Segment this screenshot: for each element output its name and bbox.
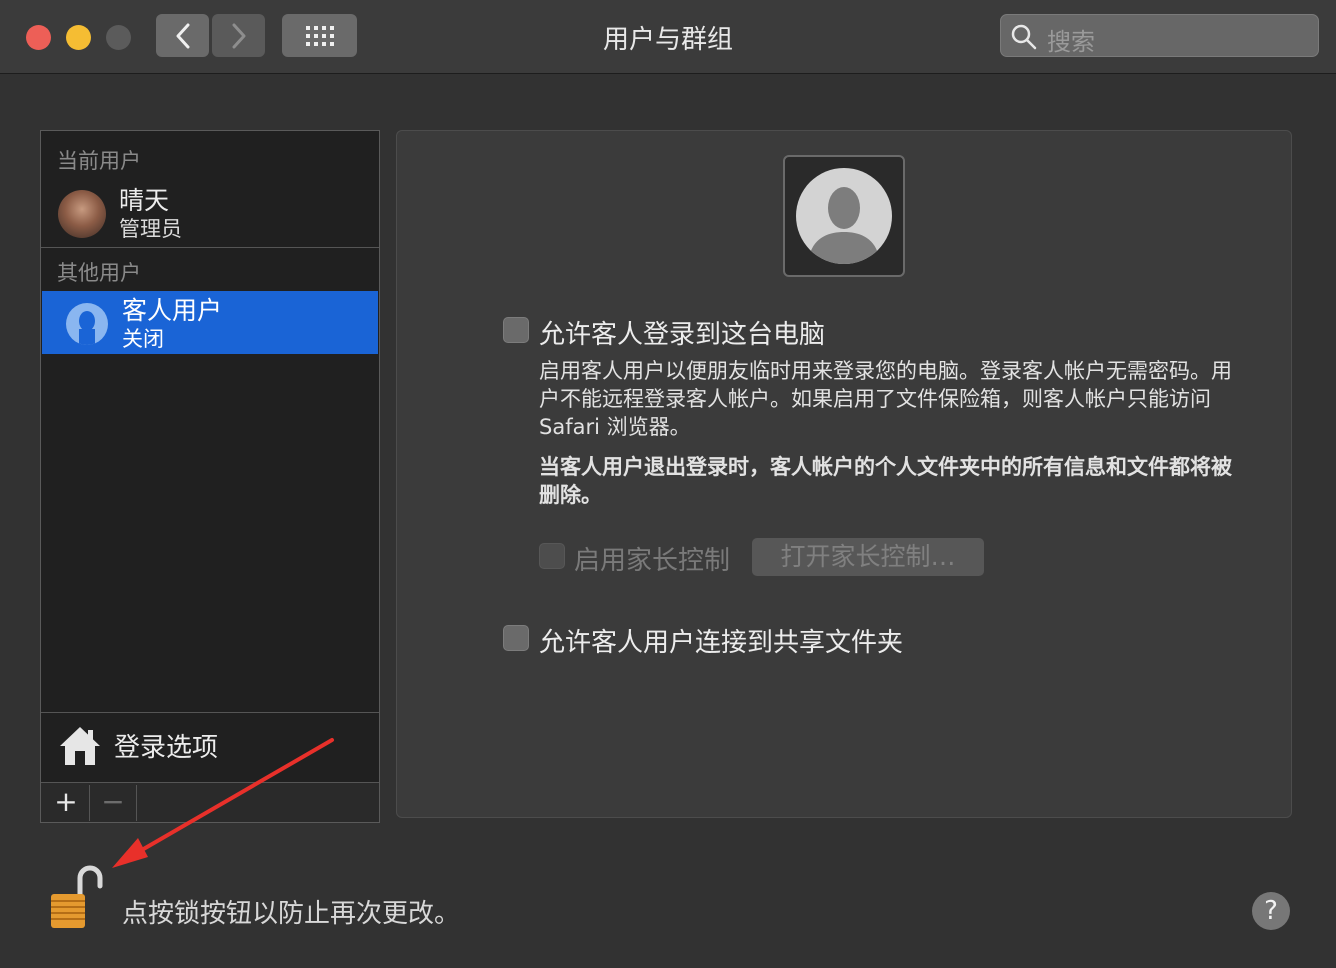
guest-user-name: 客人用户 — [122, 296, 223, 325]
login-options-item[interactable]: 登录选项 — [41, 713, 379, 781]
chevron-left-icon — [176, 23, 189, 48]
login-options-label: 登录选项 — [114, 733, 219, 763]
divider — [41, 247, 379, 248]
open-parental-controls-button[interactable]: 打开家长控制… — [752, 538, 984, 576]
zoom-window-button[interactable] — [106, 25, 131, 50]
minimize-window-button[interactable] — [66, 25, 91, 50]
list-actions-bar: + − — [41, 783, 379, 822]
search-field[interactable]: 搜索 — [1000, 14, 1319, 57]
guest-picture[interactable] — [783, 155, 905, 277]
current-user-role: 管理员 — [119, 217, 182, 241]
allow-shared-folders-checkbox[interactable] — [503, 625, 529, 651]
current-users-header: 当前用户 — [57, 149, 141, 173]
chevron-right-icon — [232, 23, 245, 48]
grid-icon — [305, 25, 334, 46]
allow-guest-login-label: 允许客人登录到这台电脑 — [539, 320, 826, 350]
search-placeholder: 搜索 — [1047, 28, 1095, 56]
title-bar: 用户与群组 搜索 — [0, 0, 1336, 74]
avatar — [796, 168, 892, 264]
current-user-name: 晴天 — [119, 186, 170, 215]
guest-avatar — [66, 303, 108, 345]
lock-message: 点按锁按钮以防止再次更改。 — [122, 899, 461, 929]
person-silhouette-icon — [808, 187, 880, 264]
window-title: 用户与群组 — [602, 25, 733, 55]
search-icon — [1011, 24, 1037, 50]
user-row-guest[interactable]: 客人用户 关闭 — [42, 291, 378, 354]
guest-user-panel: 允许客人登录到这台电脑 启用客人用户以便朋友临时用来登录您的电脑。登录客人帐户无… — [396, 130, 1292, 818]
guest-warning: 当客人用户退出登录时，客人帐户的个人文件夹中的所有信息和文件都将被删除。 — [539, 455, 1232, 507]
add-user-button[interactable]: + — [43, 785, 90, 821]
avatar — [58, 190, 106, 238]
person-icon — [79, 311, 95, 345]
allow-guest-login-checkbox[interactable] — [503, 317, 529, 343]
close-window-button[interactable] — [26, 25, 51, 50]
user-list: 当前用户 晴天 管理员 其他用户 客人用户 关闭 登录选项 + − — [40, 130, 380, 823]
help-button[interactable]: ? — [1252, 892, 1290, 930]
guest-user-status: 关闭 — [122, 327, 164, 351]
guest-description: 启用客人用户以便朋友临时用来登录您的电脑。登录客人帐户无需密码。用户不能远程登录… — [539, 359, 1232, 439]
forward-button[interactable] — [212, 14, 265, 57]
allow-shared-folders-label: 允许客人用户连接到共享文件夹 — [539, 628, 904, 658]
show-all-button[interactable] — [282, 14, 357, 57]
back-button[interactable] — [156, 14, 209, 57]
parental-controls-checkbox[interactable] — [539, 543, 565, 569]
other-users-header: 其他用户 — [57, 261, 141, 285]
lock-icon[interactable] — [46, 862, 106, 932]
parental-controls-label: 启用家长控制 — [574, 546, 731, 576]
remove-user-button[interactable]: − — [90, 785, 137, 821]
house-icon — [60, 727, 100, 765]
